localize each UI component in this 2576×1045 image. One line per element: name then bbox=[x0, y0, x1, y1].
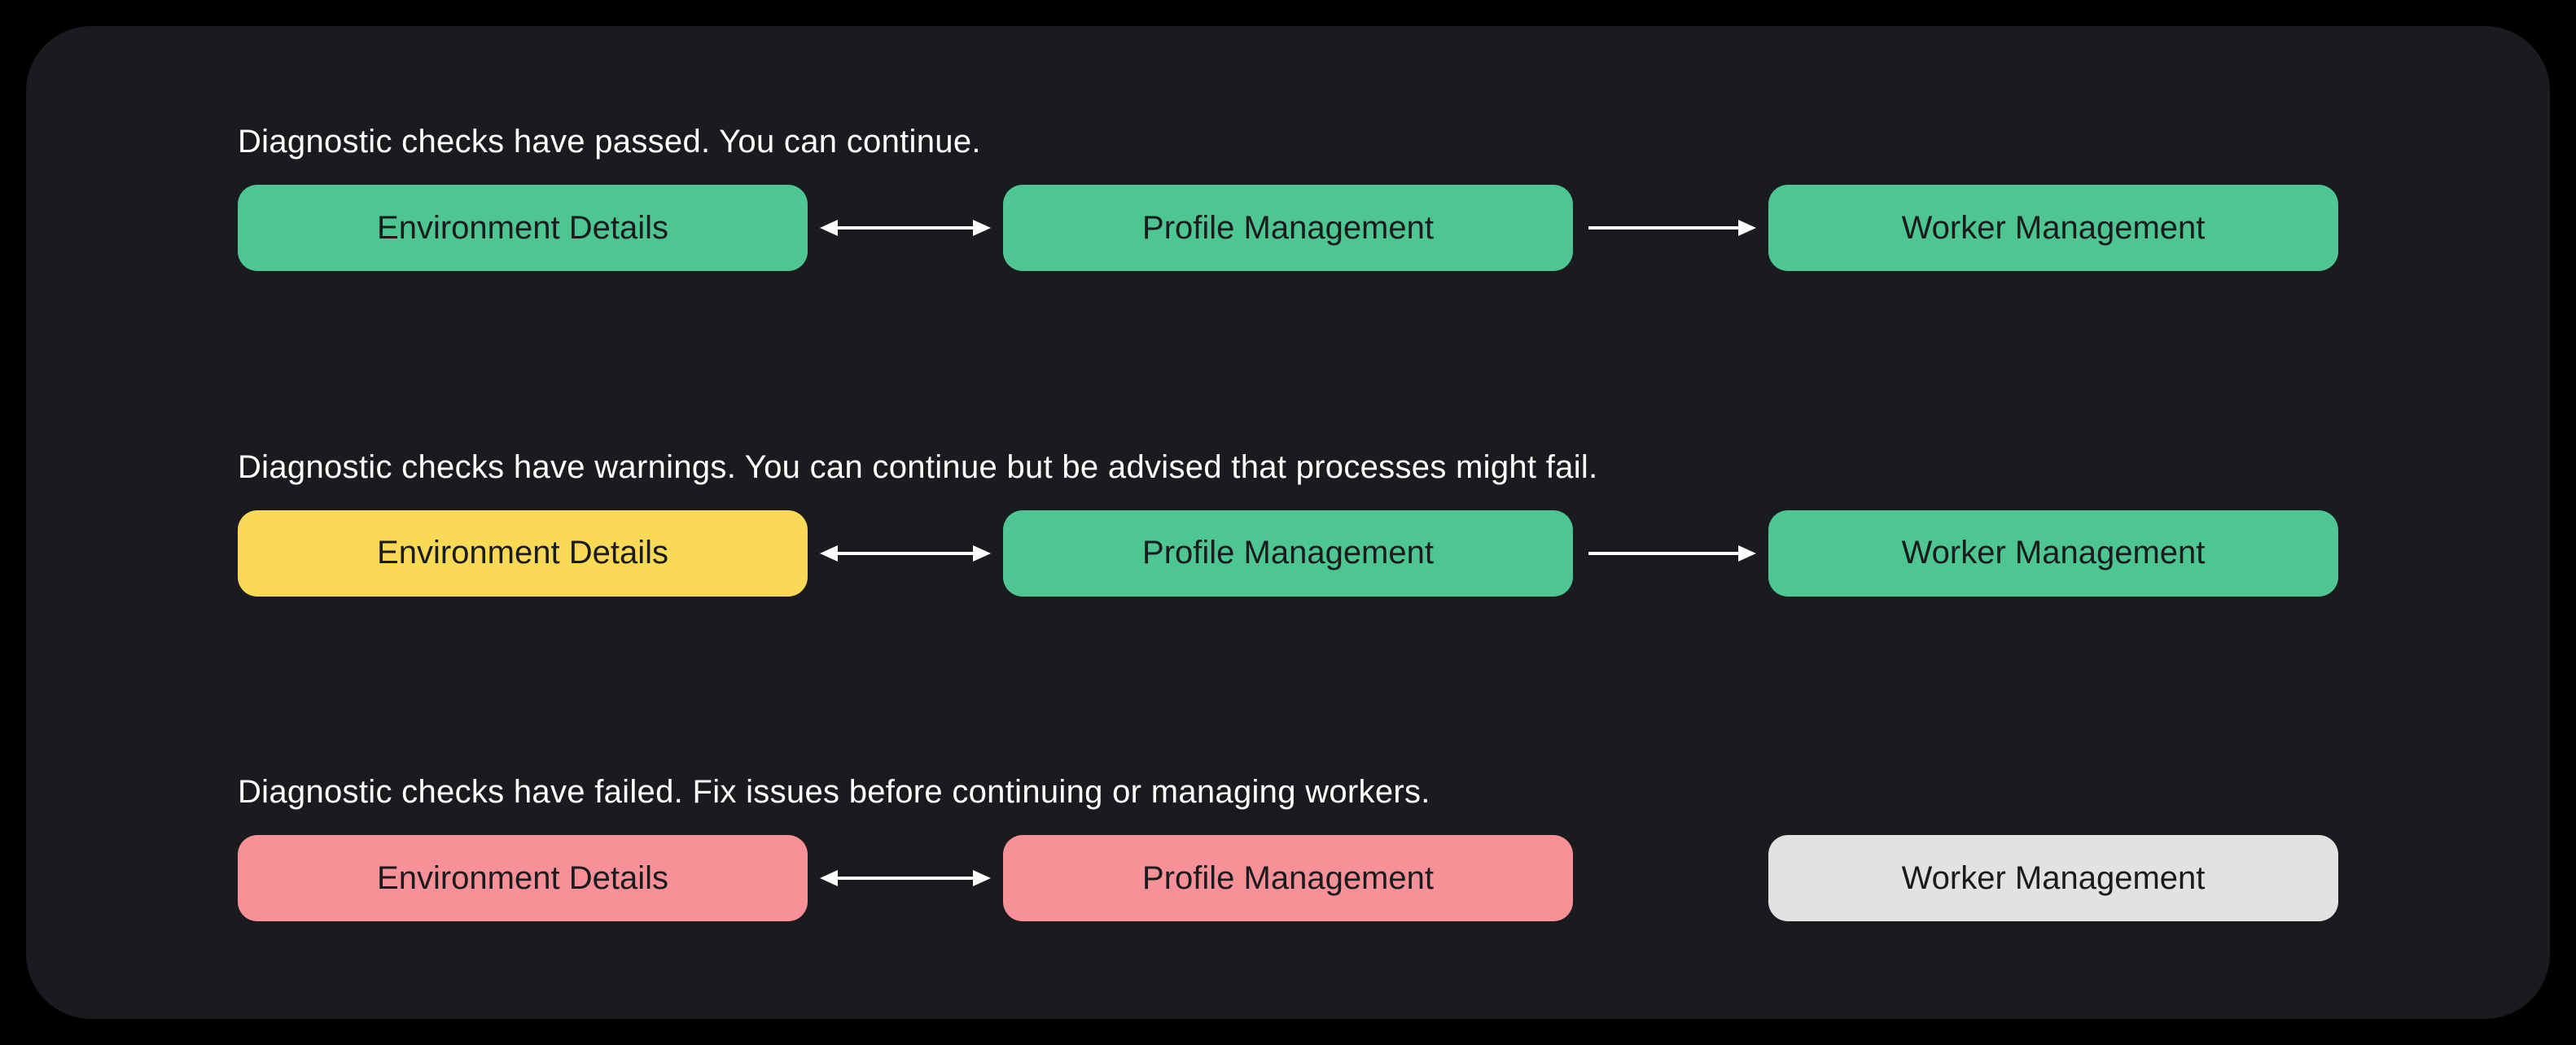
state-label: Diagnostic checks have passed. You can c… bbox=[238, 124, 2338, 160]
state-flow: Environment Details Profile Management bbox=[238, 510, 2338, 597]
double-arrow-icon bbox=[808, 187, 1003, 269]
node-worker-management: Worker Management bbox=[1768, 185, 2338, 271]
state-flow: Environment Details Profile Management W… bbox=[238, 835, 2338, 921]
node-label: Environment Details bbox=[377, 860, 668, 897]
right-arrow-icon bbox=[1573, 513, 1768, 594]
node-label: Profile Management bbox=[1142, 860, 1434, 897]
node-label: Worker Management bbox=[1902, 535, 2206, 571]
node-label: Environment Details bbox=[377, 535, 668, 571]
node-label: Worker Management bbox=[1902, 860, 2206, 897]
state-label: Diagnostic checks have warnings. You can… bbox=[238, 449, 2338, 486]
node-profile-management: Profile Management bbox=[1003, 185, 1573, 271]
state-row-warnings: Diagnostic checks have warnings. You can… bbox=[238, 449, 2338, 597]
double-arrow-icon bbox=[808, 513, 1003, 594]
node-profile-management: Profile Management bbox=[1003, 835, 1573, 921]
diagnostic-states-panel: Diagnostic checks have passed. You can c… bbox=[26, 26, 2550, 1019]
state-label: Diagnostic checks have failed. Fix issue… bbox=[238, 774, 2338, 811]
right-arrow-icon bbox=[1573, 187, 1768, 269]
node-worker-management: Worker Management bbox=[1768, 835, 2338, 921]
node-label: Profile Management bbox=[1142, 535, 1434, 571]
node-worker-management: Worker Management bbox=[1768, 510, 2338, 597]
node-profile-management: Profile Management bbox=[1003, 510, 1573, 597]
state-row-passed: Diagnostic checks have passed. You can c… bbox=[238, 124, 2338, 271]
double-arrow-icon bbox=[808, 837, 1003, 919]
connector-empty bbox=[1573, 837, 1768, 919]
state-flow: Environment Details Profile Management bbox=[238, 185, 2338, 271]
state-row-failed: Diagnostic checks have failed. Fix issue… bbox=[238, 774, 2338, 921]
node-label: Worker Management bbox=[1902, 210, 2206, 247]
node-label: Profile Management bbox=[1142, 210, 1434, 247]
node-environment-details: Environment Details bbox=[238, 510, 808, 597]
node-environment-details: Environment Details bbox=[238, 835, 808, 921]
node-environment-details: Environment Details bbox=[238, 185, 808, 271]
node-label: Environment Details bbox=[377, 210, 668, 247]
